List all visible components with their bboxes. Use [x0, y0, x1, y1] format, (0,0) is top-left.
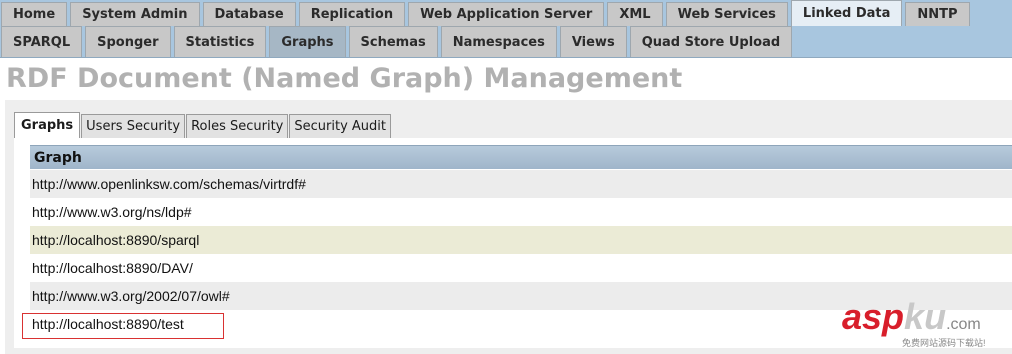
nav-tab-replication[interactable]: Replication: [298, 2, 406, 26]
primary-nav: Home System Admin Database Replication W…: [0, 0, 1012, 26]
table-row[interactable]: http://localhost:8890/sparql: [30, 226, 1012, 254]
subnav-tab-views[interactable]: Views: [559, 26, 627, 57]
secondary-nav: SPARQL Sponger Statistics Graphs Schemas…: [0, 26, 1012, 58]
nav-tab-nntp[interactable]: NNTP: [905, 2, 970, 26]
table-row[interactable]: http://www.openlinksw.com/schemas/virtrd…: [30, 170, 1012, 198]
watermark-subtitle: 免费网站源码下载站!: [902, 338, 986, 348]
subnav-tab-graphs[interactable]: Graphs: [269, 26, 346, 57]
nav-tab-web-services[interactable]: Web Services: [665, 2, 788, 26]
subnav-tab-quad-store-upload[interactable]: Quad Store Upload: [629, 26, 793, 57]
annotation-highlight-box: [22, 313, 224, 339]
subnav-tab-namespaces[interactable]: Namespaces: [440, 26, 557, 57]
nav-tab-database[interactable]: Database: [202, 2, 296, 26]
graph-uri[interactable]: http://www.openlinksw.com/schemas/virtrd…: [32, 176, 306, 192]
table-row[interactable]: http://localhost:8890/DAV/: [30, 254, 1012, 282]
graph-uri[interactable]: http://localhost:8890/sparql: [32, 232, 199, 248]
subnav-tab-sponger[interactable]: Sponger: [85, 26, 171, 57]
subnav-tab-sparql[interactable]: SPARQL: [1, 26, 83, 57]
graph-uri[interactable]: http://www.w3.org/2002/07/owl#: [32, 288, 230, 304]
graph-uri[interactable]: http://www.w3.org/ns/ldp#: [32, 204, 192, 220]
watermark-logo: aspku.com 免费网站源码下载站!: [842, 296, 986, 348]
subtab-bar: Graphs Users Security Roles Security Sec…: [14, 112, 392, 138]
page-title: RDF Document (Named Graph) Management: [6, 63, 683, 94]
subtab-roles-security[interactable]: Roles Security: [186, 114, 289, 138]
nav-tab-system-admin[interactable]: System Admin: [70, 2, 200, 26]
nav-tab-xml[interactable]: XML: [607, 2, 663, 26]
subtab-security-audit[interactable]: Security Audit: [289, 114, 391, 138]
nav-tab-web-application-server[interactable]: Web Application Server: [408, 2, 605, 26]
subnav-tab-statistics[interactable]: Statistics: [173, 26, 267, 57]
nav-tab-home[interactable]: Home: [1, 2, 68, 26]
subtab-graphs[interactable]: Graphs: [14, 112, 81, 138]
table-row[interactable]: http://www.w3.org/ns/ldp#: [30, 198, 1012, 226]
table-header-graph: Graph: [30, 145, 1012, 169]
subtab-users-security[interactable]: Users Security: [81, 114, 186, 138]
graph-uri[interactable]: http://localhost:8890/DAV/: [32, 260, 193, 276]
subnav-tab-schemas[interactable]: Schemas: [348, 26, 438, 57]
nav-tab-linked-data[interactable]: Linked Data: [790, 0, 903, 26]
